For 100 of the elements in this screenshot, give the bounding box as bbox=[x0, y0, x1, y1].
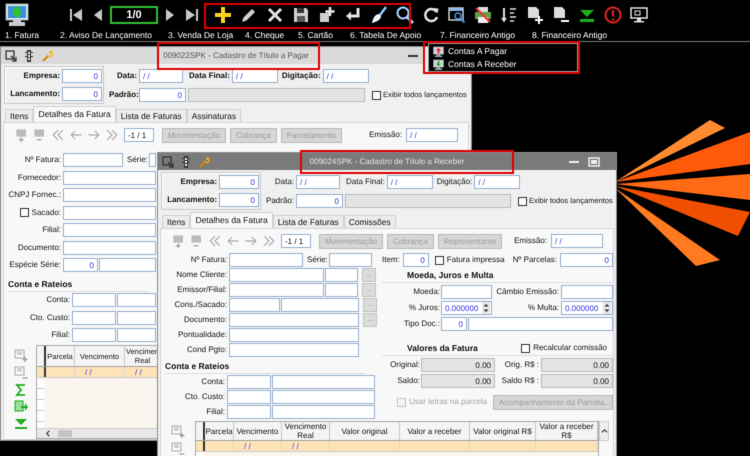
field-label: Saldo: bbox=[396, 375, 420, 387]
field-label: Digitação: bbox=[436, 176, 472, 188]
date-field[interactable]: / / bbox=[406, 128, 458, 142]
field-label: % Multa: bbox=[526, 302, 559, 314]
menu-item[interactable]: 2. Aviso De Lançamento bbox=[60, 30, 152, 40]
field-label: Empresa: bbox=[22, 70, 60, 82]
tab[interactable]: Lista de Faturas bbox=[272, 215, 344, 228]
field-label: Câmbio Emissão: bbox=[495, 286, 559, 298]
number-spinner[interactable]: 0.000000 bbox=[561, 301, 613, 315]
date-field[interactable]: / / bbox=[296, 175, 340, 189]
tab[interactable]: Detalhes da Fatura bbox=[190, 212, 273, 228]
date-field[interactable]: / / bbox=[551, 234, 603, 248]
number-field[interactable]: 0 bbox=[441, 317, 467, 331]
amount-field: 0.00 bbox=[541, 374, 613, 388]
tab[interactable]: Itens bbox=[162, 215, 190, 228]
field-label: Original: bbox=[389, 359, 420, 371]
field-label: Lancamento: bbox=[9, 88, 60, 100]
field-label: Filial: bbox=[42, 224, 61, 236]
column-header[interactable]: Valor original R$ bbox=[470, 422, 536, 440]
number-field[interactable]: 0 bbox=[62, 87, 102, 101]
number-field[interactable]: 0 bbox=[63, 258, 98, 272]
window-title: 009022SPK - Cadastro de Título a Pagar bbox=[162, 51, 310, 60]
menu-item[interactable]: 7. Financeiro Antigo bbox=[440, 30, 516, 40]
page-field[interactable]: -1 / 1 bbox=[124, 128, 154, 142]
section-heading: Conta e Rateios bbox=[8, 278, 148, 292]
page-field[interactable]: -1 / 1 bbox=[281, 234, 311, 248]
checkbox-label: Fatura impressa bbox=[446, 254, 505, 266]
field-label: Nº Fatura: bbox=[24, 154, 61, 166]
number-field[interactable]: 0 bbox=[62, 69, 102, 83]
menu-item[interactable]: 1. Fatura bbox=[5, 30, 40, 40]
field-label: Data Final: bbox=[346, 176, 385, 188]
menu-item[interactable]: 8. Financeiro Antigo bbox=[532, 30, 608, 40]
field-label: Documento: bbox=[184, 314, 227, 326]
field-label: Série: bbox=[127, 154, 148, 166]
menu-item[interactable]: 3. Venda De Loja bbox=[168, 30, 234, 40]
menu-item[interactable]: 4. Cheque bbox=[245, 30, 284, 40]
field-label: Tipo Doc.: bbox=[402, 318, 440, 330]
field-label: Filial: bbox=[50, 329, 70, 341]
amount-field: 0.00 bbox=[421, 374, 495, 388]
date-field[interactable]: / / bbox=[139, 69, 183, 83]
date-field[interactable]: / / bbox=[322, 69, 369, 83]
column-header[interactable]: Valor a receber bbox=[400, 422, 470, 440]
section-heading: Conta e Rateios bbox=[165, 360, 365, 374]
table-cell: / / bbox=[292, 442, 299, 450]
checkbox-label: Usar letras na parcela bbox=[409, 396, 488, 408]
field-label: Emissão: bbox=[369, 129, 402, 141]
menu-item[interactable]: 5. Cartão bbox=[298, 30, 333, 40]
number-field[interactable]: 0 bbox=[219, 175, 259, 189]
field-label: Série: bbox=[307, 254, 328, 266]
field-label: Saldo R$ : bbox=[500, 375, 539, 387]
field-label: Documento: bbox=[18, 242, 61, 254]
number-field[interactable]: 0 bbox=[219, 193, 259, 207]
checkbox-label: Recalcular comissão bbox=[533, 342, 607, 354]
field-label: Data: bbox=[116, 70, 137, 82]
column-header[interactable]: Vencimento bbox=[234, 422, 282, 440]
field-label: Orig. R$ : bbox=[504, 359, 539, 371]
tab[interactable]: Comissões bbox=[344, 215, 396, 228]
amount-field: 0.00 bbox=[421, 358, 495, 372]
field-label: Digitação: bbox=[282, 70, 321, 82]
number-field[interactable]: 0 bbox=[560, 253, 613, 267]
number-field[interactable]: 0 bbox=[402, 253, 429, 267]
field-label: Pontualidade: bbox=[178, 329, 227, 341]
field-label: Cons./Sacado: bbox=[174, 299, 227, 311]
column-header[interactable]: Vencimento Real bbox=[282, 422, 330, 440]
number-field[interactable]: 0 bbox=[139, 88, 186, 102]
field-label: CNPJ Fornec.: bbox=[8, 189, 61, 201]
tab[interactable]: Lista de Faturas bbox=[116, 109, 187, 122]
table-cell: / / bbox=[135, 368, 142, 376]
title-bar[interactable]: 009022SPK - Cadastro de Título a Pagar bbox=[1, 47, 423, 64]
window-title: 009024SPK - Cadastro de Título a Receber bbox=[308, 157, 466, 166]
record-counter: 1/0 bbox=[110, 6, 158, 24]
field-label: Conta: bbox=[200, 376, 225, 388]
date-field[interactable]: / / bbox=[232, 69, 278, 83]
amount-field: 0.00 bbox=[541, 358, 613, 372]
column-header[interactable]: Valor original bbox=[330, 422, 400, 440]
field-label: Nº Parcelas: bbox=[512, 254, 557, 266]
column-header[interactable]: Valor a receber R$ bbox=[536, 422, 598, 440]
field-label: Empresa: bbox=[180, 176, 217, 188]
table-row[interactable]: / / / / bbox=[196, 441, 598, 452]
menu-item[interactable]: Contas A Receber bbox=[433, 58, 577, 70]
field-label: Item: bbox=[382, 254, 400, 266]
column-header[interactable]: Parcela bbox=[205, 422, 234, 440]
field-label: Sacado: bbox=[32, 206, 61, 218]
date-field[interactable]: / / bbox=[386, 175, 433, 189]
field-label: Nº Fatura: bbox=[190, 254, 227, 266]
number-spinner[interactable]: 0.000000 bbox=[441, 301, 492, 315]
tab[interactable]: Detalhes da Fatura bbox=[33, 106, 116, 122]
menu-item[interactable]: 6. Tabela De Apoio bbox=[350, 30, 422, 40]
tab[interactable]: Assinaturas bbox=[186, 109, 242, 122]
menu-item[interactable]: Contas A Pagar bbox=[433, 45, 577, 57]
field-label: Padrão: bbox=[109, 89, 137, 101]
table-cell: / / bbox=[85, 368, 92, 376]
field-label: % Juros: bbox=[408, 302, 440, 314]
tab[interactable]: Itens bbox=[5, 109, 34, 122]
field-label: Filial: bbox=[205, 406, 225, 418]
number-field[interactable]: 0 bbox=[296, 194, 343, 208]
field-label: Lancamento: bbox=[166, 194, 217, 206]
field-label: Emissão: bbox=[514, 235, 547, 247]
date-field[interactable]: / / bbox=[474, 175, 520, 189]
field-label: Cond Pgto: bbox=[186, 344, 227, 356]
